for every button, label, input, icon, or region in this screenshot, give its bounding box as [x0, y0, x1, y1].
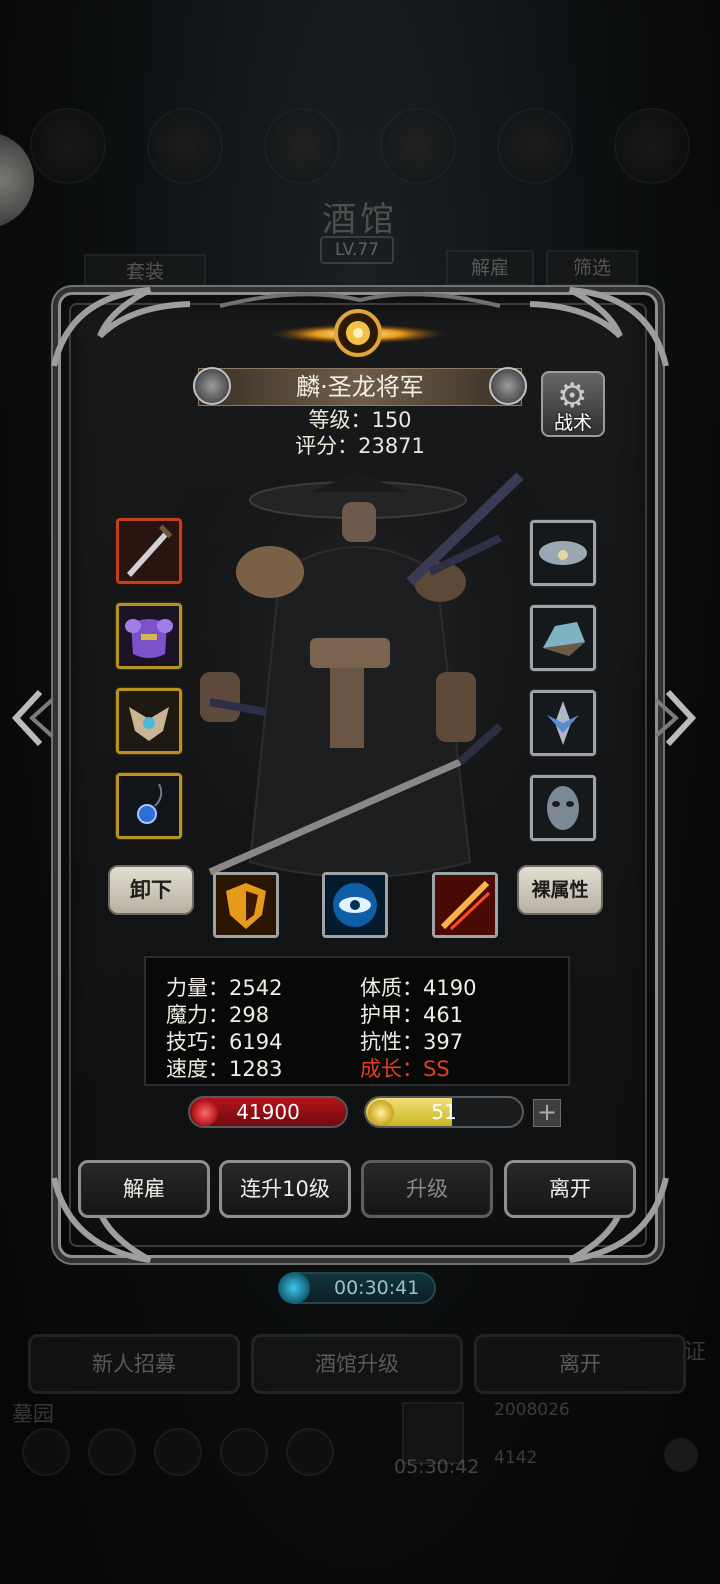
tavern-upgrade-button: 酒馆升级 [251, 1334, 463, 1394]
hero-name: 麟·圣龙将军 [296, 373, 424, 401]
emblem-icon [533, 693, 593, 753]
stat-skill: 技巧：6194 [166, 1030, 283, 1054]
nav-icon [22, 1428, 70, 1476]
tactics-label: 战术 [553, 412, 592, 434]
mask-icon [533, 778, 593, 838]
unequip-button[interactable]: 卸下 [108, 865, 194, 915]
bg-leave-button: 离开 [474, 1334, 686, 1394]
tavern-title: 酒馆 [322, 200, 398, 240]
nav-icon [154, 1428, 202, 1476]
tactics-button[interactable]: ⚙ 战术 [541, 371, 605, 437]
bg-plus-icon [664, 1438, 698, 1472]
nav-icon [286, 1428, 334, 1476]
add-energy-button[interactable]: + [533, 1099, 561, 1127]
function-icon [263, 108, 340, 184]
stat-growth: 成长：SS [360, 1057, 450, 1081]
graveyard-label: 墓园 [12, 1402, 54, 1426]
nav-icon [220, 1428, 268, 1476]
stat-constitution: 体质：4190 [360, 976, 477, 1000]
accessory-slot-4[interactable] [530, 775, 596, 841]
skill-slot-1[interactable] [213, 872, 279, 938]
stone-icon [533, 608, 593, 668]
eye-skill-icon [325, 875, 385, 935]
stat-strength: 力量：2542 [166, 976, 283, 1000]
nav-icon [88, 1428, 136, 1476]
gold-amount: 2008026 [494, 1400, 570, 1420]
upgrade-button[interactable]: 升级 [361, 1160, 493, 1218]
hp-bar: 41900 [188, 1096, 348, 1128]
next-hero-arrow-icon[interactable] [654, 686, 698, 750]
helmet-icon [119, 691, 179, 751]
accessory-slot-1[interactable] [530, 520, 596, 586]
function-icon [146, 108, 223, 184]
stat-armor: 护甲：461 [360, 1003, 464, 1027]
function-icon [613, 108, 690, 184]
energy-value: 51 [431, 1100, 457, 1124]
energy-bar: 51 [364, 1096, 524, 1128]
edit-icon[interactable] [489, 367, 527, 405]
bottom-nav-icons [22, 1428, 334, 1476]
leave-button[interactable]: 离开 [504, 1160, 636, 1218]
upgrade-10-button[interactable]: 连升10级 [219, 1160, 351, 1218]
weapon-slot[interactable] [116, 518, 182, 584]
amulet-slot[interactable] [116, 773, 182, 839]
base-attributes-button[interactable]: 裸属性 [517, 865, 603, 915]
armor-slot[interactable] [116, 603, 182, 669]
tavern-level-badge: LV.77 [320, 236, 394, 264]
gift-icon [402, 1402, 464, 1464]
hero-name-plate: 麟·圣龙将军 [193, 367, 527, 406]
skill-slot-3[interactable] [432, 872, 498, 938]
sword-icon [119, 521, 179, 581]
chest-armor-icon [119, 606, 179, 666]
stat-magic: 魔力：298 [166, 1003, 270, 1027]
timer-text: 00:30:41 [334, 1277, 420, 1299]
recruit-button: 新人招募 [28, 1334, 240, 1394]
stat-resistance: 抗性：397 [360, 1030, 464, 1054]
previous-hero-arrow-icon[interactable] [10, 686, 54, 750]
helmet-slot[interactable] [116, 688, 182, 754]
accessory-slot-2[interactable] [530, 605, 596, 671]
stats-panel: 力量：2542 体质：4190 魔力：298 护甲：461 技巧：6194 抗性… [144, 956, 570, 1086]
top-function-icons [30, 108, 690, 188]
accessory-slot-3[interactable] [530, 690, 596, 756]
function-icon [380, 108, 457, 184]
dismiss-button[interactable]: 解雇 [78, 1160, 210, 1218]
skill-slot-2[interactable] [322, 872, 388, 938]
gold-emblem-icon [270, 309, 446, 357]
slash-skill-icon [435, 875, 495, 935]
function-icon [30, 108, 106, 184]
function-icon [497, 108, 574, 184]
shield-skill-icon [216, 875, 276, 935]
side-label: 证 [684, 1340, 707, 1365]
bg-timer: 05:30:42 [394, 1456, 480, 1478]
amulet-icon [119, 776, 179, 836]
stat-speed: 速度：1283 [166, 1057, 283, 1081]
medal-icon[interactable] [193, 367, 231, 405]
hp-value: 41900 [236, 1100, 300, 1124]
hero-score: 评分：23871 [295, 434, 425, 458]
gem-amount: 4142 [494, 1448, 538, 1468]
cloud-gem-icon [533, 523, 593, 583]
